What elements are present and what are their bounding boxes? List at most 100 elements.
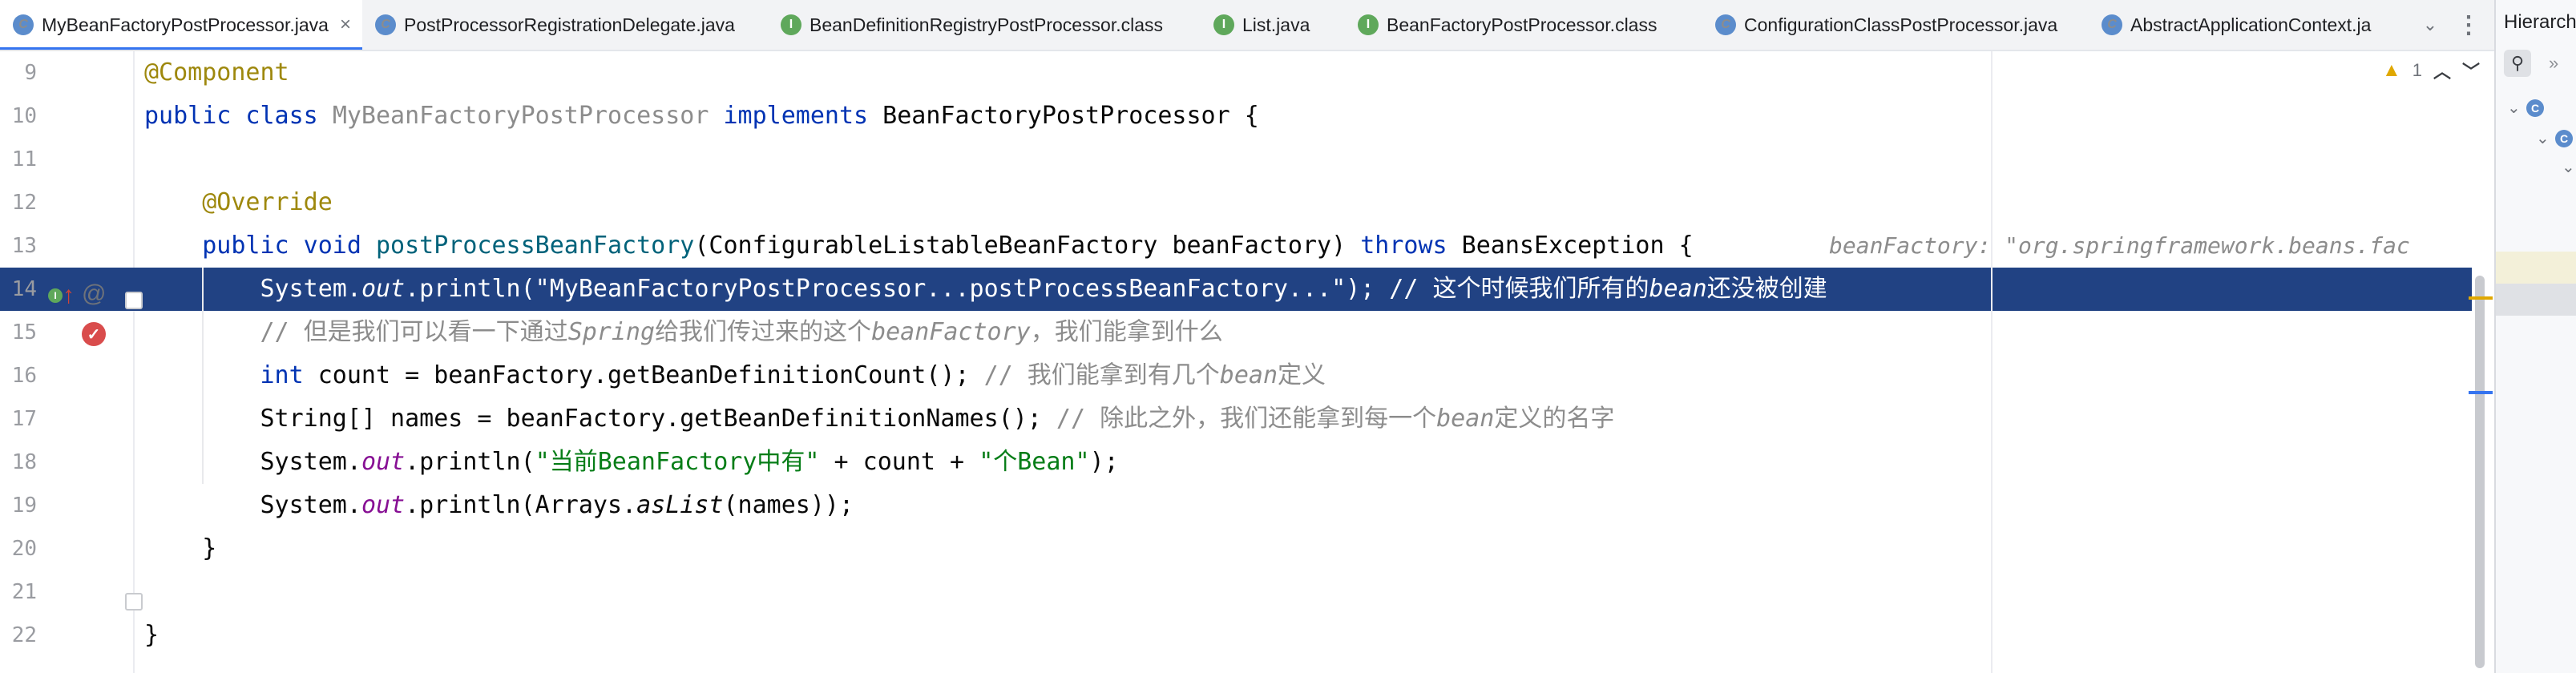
tab-actions-menu-button[interactable]: ⋮ [2451, 0, 2486, 50]
code-text[interactable]: public void postProcessBeanFactory(Confi… [144, 224, 1693, 268]
code-token: int [260, 361, 318, 389]
class-icon: C [375, 14, 396, 35]
hierarchy-row-selected[interactable] [2496, 284, 2576, 316]
code-line[interactable]: 22} [0, 614, 2494, 657]
code-token: asList [636, 491, 724, 519]
code-line[interactable]: 9 @Component [0, 51, 2494, 95]
inline-debug-value-hint[interactable]: beanFactory: "org.springframework.beans.… [1829, 224, 2494, 268]
previous-highlight-icon[interactable]: ︿ [2433, 58, 2451, 83]
code-editor[interactable]: 9 @Component 10 public class MyBeanFactoryP… [0, 51, 2494, 673]
line-number[interactable]: 22 [0, 614, 37, 657]
current-line[interactable]: 14 System.out.println("MyBeanFactoryPost… [0, 268, 2494, 311]
code-token: 还没被创建 [1706, 275, 1827, 303]
inspection-widget[interactable]: ▲ 1 ︿ ﹀ [2382, 58, 2480, 83]
code-text[interactable]: @Component [144, 51, 289, 95]
next-highlight-icon[interactable]: ﹀ [2462, 58, 2480, 83]
override-annotation-icon[interactable]: @ [82, 280, 106, 308]
line-number[interactable]: 20 [0, 527, 37, 570]
go-to-super-arrow-icon[interactable]: ↑ [63, 282, 75, 309]
code-text[interactable]: } [144, 527, 216, 570]
hierarchy-title: Hierarch [2504, 11, 2576, 33]
warning-stripe-mark[interactable] [2469, 296, 2493, 300]
code-line[interactable]: 16 int count = beanFactory.getBeanDefini… [0, 354, 2494, 397]
tree-expand-icon[interactable]: ⌄ [2562, 157, 2575, 177]
code-token: String[] names = beanFactory.getBeanDefi… [144, 405, 1056, 433]
line-number[interactable]: 15 [0, 311, 37, 354]
class-node-icon[interactable]: C [2526, 99, 2544, 117]
tab-label: BeanDefinitionRegistryPostProcessor.clas… [810, 14, 1164, 35]
code-token: "当前BeanFactory中有" [535, 448, 820, 476]
class-icon: C [13, 14, 34, 35]
tree-expand-icon[interactable]: ⌄ [2507, 98, 2521, 118]
tab-label: ConfigurationClassPostProcessor.java [1744, 14, 2058, 35]
line-number[interactable]: 12 [0, 181, 37, 224]
code-token: Spring [567, 318, 656, 346]
class-node-icon[interactable]: C [2555, 130, 2573, 147]
code-text[interactable]: System.out.println("当前BeanFactory中有" + c… [144, 441, 1119, 484]
warning-count: 1 [2412, 60, 2423, 80]
code-token: @Override [202, 188, 333, 216]
line-number[interactable]: 11 [0, 138, 37, 181]
close-tab-icon[interactable]: × [340, 14, 351, 36]
tab-label: List.java [1242, 14, 1310, 35]
line-number[interactable]: 14 [0, 268, 37, 311]
class-icon: C [1715, 14, 1736, 35]
code-text[interactable]: @Override [144, 181, 333, 224]
code-line[interactable]: 19 System.out.println(Arrays.asList(name… [0, 484, 2494, 527]
code-line[interactable]: 15 // 但是我们可以看一下通过Spring给我们传过来的这个beanFact… [0, 311, 2494, 354]
code-text[interactable]: // 但是我们可以看一下通过Spring给我们传过来的这个beanFactory… [144, 311, 1223, 354]
code-line[interactable]: 13 public void postProcessBeanFactory(Co… [0, 224, 2494, 268]
editor-tab[interactable]: I BeanDefinitionRegistryPostProcessor.cla… [768, 0, 1201, 50]
interface-icon: I [1358, 14, 1379, 35]
code-token: count = beanFactory.getBeanDefinitionCou… [317, 361, 984, 389]
fold-marker-icon[interactable] [125, 292, 143, 309]
code-text[interactable]: int count = beanFactory.getBeanDefinitio… [144, 354, 1326, 397]
code-line[interactable]: 21 [0, 570, 2494, 614]
code-token: System. [144, 448, 361, 476]
hierarchy-row-highlight [2496, 252, 2576, 284]
tree-expand-icon[interactable]: ⌄ [2536, 128, 2550, 148]
tab-overflow-button[interactable]: ⌄ [2412, 0, 2448, 50]
scrollbar-thumb[interactable] [2475, 276, 2485, 668]
code-token: @Component [144, 58, 289, 87]
implements-method-icon[interactable]: I [48, 288, 63, 303]
editor-tab[interactable]: C ConfigurationClassPostProcessor.java [1702, 0, 2089, 50]
editor-tab[interactable]: C PostProcessorRegistrationDelegate.java [362, 0, 768, 50]
line-number[interactable]: 13 [0, 224, 37, 268]
line-number[interactable]: 10 [0, 95, 37, 138]
line-number[interactable]: 17 [0, 397, 37, 441]
code-text[interactable]: String[] names = beanFactory.getBeanDefi… [144, 397, 1614, 441]
code-text[interactable]: public class MyBeanFactoryPostProcessor … [144, 95, 1259, 138]
right-margin-guide [1991, 51, 1993, 673]
line-number[interactable]: 18 [0, 441, 37, 484]
line-number[interactable]: 9 [0, 51, 37, 95]
fold-marker-icon[interactable] [125, 593, 143, 611]
code-token: bean [1219, 361, 1278, 389]
editor-tab[interactable]: C MyBeanFactoryPostProcessor.java × [0, 0, 362, 50]
subtypes-hierarchy-icon[interactable]: ⚲ [2504, 50, 2531, 77]
code-token: "个Bean" [979, 448, 1090, 476]
line-number[interactable]: 21 [0, 570, 37, 614]
code-token: ); [1089, 448, 1119, 476]
code-line[interactable]: 12 @Override [0, 181, 2494, 224]
line-number[interactable]: 16 [0, 354, 37, 397]
code-line[interactable]: 18 System.out.println("当前BeanFactory中有" … [0, 441, 2494, 484]
indent-guide [202, 268, 204, 484]
code-token: } [144, 621, 159, 649]
code-token: System. [144, 491, 361, 519]
code-line[interactable]: 20 } [0, 527, 2494, 570]
code-text[interactable]: System.out.println(Arrays.asList(names))… [144, 484, 854, 527]
more-actions-icon[interactable]: » [2549, 53, 2558, 74]
interface-icon: I [781, 14, 801, 35]
code-line[interactable]: 17 String[] names = beanFactory.getBeanD… [0, 397, 2494, 441]
caret-stripe-mark[interactable] [2469, 391, 2493, 394]
editor-tab[interactable]: I BeanFactoryPostProcessor.class [1345, 0, 1702, 50]
code-text[interactable]: } [144, 614, 159, 657]
code-line[interactable]: 10 public class MyBeanFactoryPostProcesso… [0, 95, 2494, 138]
line-number[interactable]: 19 [0, 484, 37, 527]
code-line[interactable]: 11 [0, 138, 2494, 181]
breakpoint-icon[interactable]: ✓ [82, 322, 106, 346]
code-text[interactable]: System.out.println("MyBeanFactoryPostPro… [144, 268, 1827, 311]
editor-tab[interactable]: I List.java [1201, 0, 1345, 50]
editor-tab[interactable]: C AbstractApplicationContext.ja [2089, 0, 2412, 50]
